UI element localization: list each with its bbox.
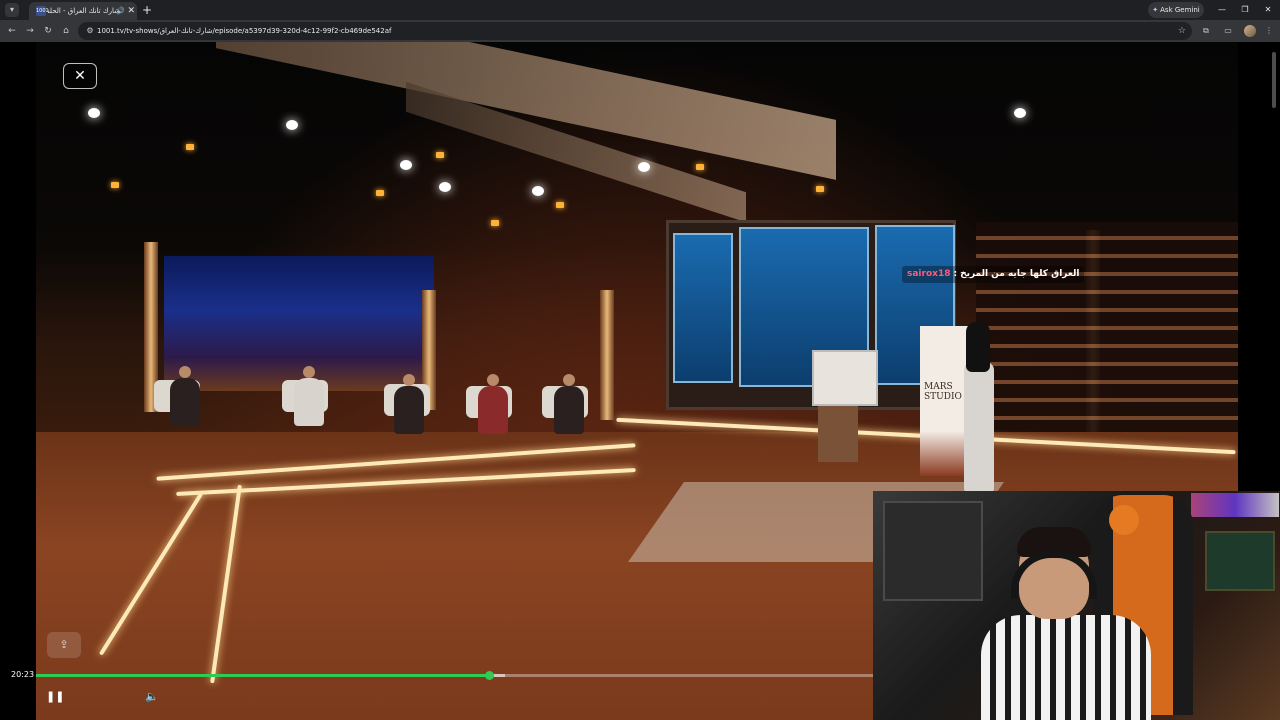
video-wall-panel xyxy=(673,233,733,383)
reload-button[interactable]: ↻ xyxy=(41,24,55,38)
stage-spotlight xyxy=(532,186,544,196)
address-bar[interactable]: ⚙ 1001.tv/tv-shows/شارك-تانك-العراق/epis… xyxy=(78,22,1192,40)
window-close-button[interactable]: ✕ xyxy=(1261,3,1275,17)
investor-head xyxy=(563,374,575,386)
restore-button[interactable]: ❐ xyxy=(1238,3,1252,17)
address-url[interactable]: 1001.tv/tv-shows/شارك-تانك-العراق/episod… xyxy=(97,24,391,38)
tab-search-chevron-icon[interactable]: ▾ xyxy=(5,3,19,17)
stage-light xyxy=(816,186,824,192)
streamer-shirt xyxy=(981,615,1151,720)
investor-head xyxy=(303,366,315,378)
site-info-icon[interactable]: ⚙ xyxy=(84,24,96,38)
stage-spotlight xyxy=(1014,108,1026,118)
gemini-sparkle-icon: ✦ xyxy=(1152,6,1159,14)
video-wall xyxy=(666,220,956,410)
more-menu-icon[interactable]: ⋮ xyxy=(1262,24,1276,38)
home-button[interactable]: ⌂ xyxy=(59,24,73,38)
ask-gemini-label: Ask Gemini xyxy=(1160,6,1200,14)
tab-title: شارك تانك العراق - الحلقة 11 xyxy=(48,7,120,15)
video-player[interactable]: MARS STUDIO sairox18: العراق كلها جايه من… xyxy=(0,42,1280,720)
presenter xyxy=(958,322,998,492)
pause-button[interactable]: ❚❚ xyxy=(46,688,64,706)
profile-avatar[interactable] xyxy=(1244,25,1256,37)
facecam-wall-art xyxy=(1205,531,1275,591)
stage-light xyxy=(111,182,119,188)
presenter-hair xyxy=(966,322,990,372)
scrollbar[interactable] xyxy=(1272,52,1276,108)
stage-spotlight xyxy=(88,108,100,118)
stage-spotlight xyxy=(439,182,451,192)
streamer-facecam xyxy=(873,491,1280,720)
stage-light xyxy=(186,144,194,150)
cast-icon[interactable]: ▭ xyxy=(1221,24,1235,38)
stage-light xyxy=(491,220,499,226)
close-player-button[interactable]: ✕ xyxy=(63,63,97,89)
stage-light xyxy=(696,164,704,170)
investor-head xyxy=(403,374,415,386)
minimize-button[interactable]: — xyxy=(1215,3,1229,17)
presenter-body xyxy=(964,362,994,492)
slatted-wall xyxy=(976,222,1238,462)
extensions-icon[interactable]: ⧉ xyxy=(1199,24,1213,38)
investor-head xyxy=(179,366,191,378)
streamer xyxy=(981,527,1151,720)
volume-button[interactable]: 🔈 xyxy=(143,688,161,706)
chat-message: sairox18: العراق كلها جايه من المريخ xyxy=(902,266,1085,283)
investor xyxy=(478,374,508,434)
stage-light xyxy=(436,152,444,158)
investor xyxy=(554,374,584,434)
browser-tab[interactable]: 1001 شارك تانك العراق - الحلقة 11 🔊 ✕ xyxy=(29,2,137,20)
lit-pillar xyxy=(600,290,614,420)
bookmark-star-icon[interactable]: ☆ xyxy=(1178,24,1186,38)
facecam-shelf xyxy=(883,501,983,601)
tab-close-icon[interactable]: ✕ xyxy=(127,5,135,17)
progress-thumb[interactable] xyxy=(484,671,494,680)
investor-head xyxy=(487,374,499,386)
tab-audio-icon[interactable]: 🔊 xyxy=(116,5,125,17)
new-tab-button[interactable]: + xyxy=(141,3,153,17)
podium xyxy=(818,406,858,462)
chat-text: العراق كلها جايه من المريخ xyxy=(960,269,1080,279)
current-time: 20:23 xyxy=(11,670,35,679)
stage-spotlight xyxy=(400,160,412,170)
stage-spotlight xyxy=(286,120,298,130)
progress-bar[interactable] xyxy=(36,671,873,680)
browser-tab-bar: ▾ 1001 شارك تانك العراق - الحلقة 11 🔊 ✕ … xyxy=(0,0,1280,20)
investor xyxy=(170,366,200,426)
facecam-rgb-light xyxy=(1191,493,1279,517)
ask-gemini-button[interactable]: ✦ Ask Gemini xyxy=(1148,2,1204,18)
stage-light xyxy=(376,190,384,196)
progress-played xyxy=(36,674,489,677)
chat-separator: : xyxy=(953,269,958,279)
ceiling-beam xyxy=(216,42,836,180)
back-button[interactable]: ← xyxy=(5,24,19,38)
browser-toolbar: ← → ↻ ⌂ ⚙ 1001.tv/tv-shows/شارك-تانك-الع… xyxy=(0,20,1280,42)
tab-favicon: 1001 xyxy=(36,6,49,16)
investor xyxy=(394,374,424,434)
pitch-screen xyxy=(812,350,878,406)
city-backdrop xyxy=(164,256,434,391)
stage-light xyxy=(556,202,564,208)
investor xyxy=(294,366,324,426)
forward-button[interactable]: → xyxy=(23,24,37,38)
share-button[interactable]: ⇪ xyxy=(47,632,81,658)
stage-spotlight xyxy=(638,162,650,172)
chat-username: sairox18 xyxy=(907,269,951,279)
